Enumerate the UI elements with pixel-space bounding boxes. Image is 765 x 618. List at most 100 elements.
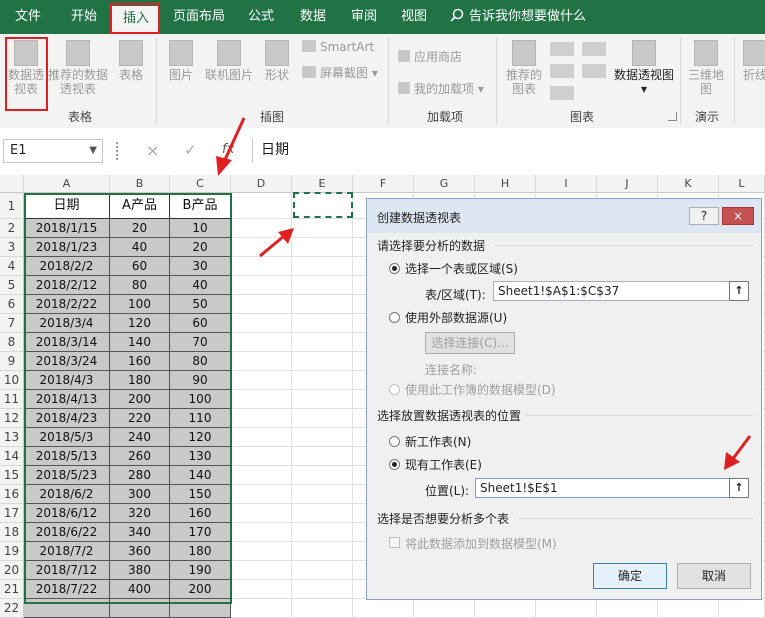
pictures-button[interactable]: 图片 [164, 40, 198, 82]
tab-data[interactable]: 数据 [288, 0, 338, 34]
column-header[interactable]: F [353, 175, 414, 193]
empty-cell[interactable] [292, 428, 353, 447]
my-addins-button[interactable]: 我的加载项 ▾ [398, 80, 484, 97]
radio-existing-sheet[interactable] [389, 459, 400, 470]
row-header[interactable]: 3 [0, 238, 24, 257]
smartart-button[interactable]: SmartArt [302, 40, 374, 54]
row-header[interactable]: 18 [0, 523, 24, 542]
row-header[interactable]: 20 [0, 561, 24, 580]
empty-cell[interactable] [292, 352, 353, 371]
hierarchy-chart-icon[interactable] [582, 42, 606, 56]
column-header[interactable]: G [414, 175, 475, 193]
pie-chart-icon[interactable] [550, 86, 574, 100]
tab-page-layout[interactable]: 页面布局 [164, 0, 234, 34]
radio-table-range[interactable] [389, 263, 400, 274]
location-input[interactable]: Sheet1!$E$1 [475, 478, 749, 498]
row-header[interactable]: 16 [0, 485, 24, 504]
empty-cell[interactable] [292, 485, 353, 504]
row-header[interactable]: 6 [0, 295, 24, 314]
empty-cell[interactable] [292, 561, 353, 580]
tab-file[interactable]: 文件 [4, 0, 52, 34]
empty-cell[interactable] [231, 580, 292, 599]
tab-home[interactable]: 开始 [56, 0, 112, 34]
tab-formulas[interactable]: 公式 [236, 0, 286, 34]
empty-cell[interactable] [292, 314, 353, 333]
empty-cell[interactable] [231, 428, 292, 447]
3d-map-button[interactable]: 三维地图 [686, 40, 726, 96]
ok-button[interactable]: 确定 [593, 563, 667, 589]
collapse-location-icon[interactable]: ↑ [729, 478, 749, 498]
tab-review[interactable]: 审阅 [340, 0, 388, 34]
tell-me-box[interactable]: 告诉我你想要做什么 [450, 0, 620, 34]
empty-cell[interactable] [231, 542, 292, 561]
help-button[interactable]: ? [689, 207, 719, 225]
row-header[interactable]: 10 [0, 371, 24, 390]
row-header[interactable]: 8 [0, 333, 24, 352]
empty-cell[interactable] [292, 409, 353, 428]
row-header[interactable]: 1 [0, 193, 24, 219]
empty-cell[interactable] [292, 599, 353, 618]
line-chart-icon[interactable] [550, 64, 574, 78]
row-header[interactable]: 15 [0, 466, 24, 485]
row-header[interactable]: 5 [0, 276, 24, 295]
dialog-launcher-icon[interactable] [668, 112, 677, 121]
collapse-range-icon[interactable]: ↑ [729, 281, 749, 301]
empty-cell[interactable] [292, 276, 353, 295]
empty-cell[interactable] [231, 371, 292, 390]
empty-cell[interactable] [292, 257, 353, 276]
empty-cell[interactable] [231, 599, 292, 618]
empty-cell[interactable] [231, 314, 292, 333]
empty-cell[interactable] [536, 599, 597, 618]
recommended-pivot-button[interactable]: 推荐的数据透视表 [46, 40, 110, 96]
shapes-button[interactable]: 形状 [260, 40, 294, 82]
empty-cell[interactable] [414, 599, 475, 618]
empty-cell[interactable] [231, 333, 292, 352]
column-header[interactable]: J [597, 175, 658, 193]
row-header[interactable]: 12 [0, 409, 24, 428]
column-header[interactable]: I [536, 175, 597, 193]
recommended-charts-button[interactable]: 推荐的图表 [502, 40, 546, 96]
empty-cell[interactable] [658, 599, 719, 618]
row-header[interactable]: 4 [0, 257, 24, 276]
screenshot-button[interactable]: 屏幕截图 ▾ [302, 64, 378, 81]
column-chart-icon[interactable] [550, 42, 574, 56]
empty-cell[interactable] [292, 295, 353, 314]
enter-icon[interactable]: ✓ [184, 141, 197, 159]
row-header[interactable]: 14 [0, 447, 24, 466]
empty-cell[interactable] [231, 504, 292, 523]
table-button[interactable]: 表格 [114, 40, 148, 82]
choose-connection-button[interactable]: 选择连接(C)... [425, 332, 515, 354]
empty-cell[interactable] [231, 295, 292, 314]
empty-cell[interactable] [475, 599, 536, 618]
row-header[interactable]: 19 [0, 542, 24, 561]
empty-cell[interactable] [292, 238, 353, 257]
empty-cell[interactable] [719, 599, 765, 618]
column-header[interactable]: E [292, 175, 353, 193]
row-header[interactable]: 22 [0, 599, 24, 618]
row-header[interactable]: 9 [0, 352, 24, 371]
empty-cell[interactable] [231, 193, 292, 219]
empty-cell[interactable] [231, 276, 292, 295]
online-pictures-button[interactable]: 联机图片 [202, 40, 256, 82]
empty-cell[interactable] [231, 352, 292, 371]
statistic-chart-icon[interactable] [582, 64, 606, 78]
empty-cell[interactable] [231, 447, 292, 466]
column-header[interactable]: H [475, 175, 536, 193]
empty-cell[interactable] [292, 523, 353, 542]
empty-cell[interactable] [292, 219, 353, 238]
empty-cell[interactable] [231, 485, 292, 504]
empty-cell[interactable] [292, 371, 353, 390]
row-header[interactable]: 11 [0, 390, 24, 409]
range-input[interactable]: Sheet1!$A$1:$C$37 [493, 281, 749, 301]
name-box[interactable]: E1 ▼ [3, 139, 103, 163]
column-header[interactable]: B [110, 175, 170, 193]
cancel-button[interactable]: 取消 [677, 563, 751, 589]
column-header[interactable]: L [719, 175, 765, 193]
empty-cell[interactable] [292, 333, 353, 352]
pivot-chart-button[interactable]: 数据透视图 ▾ [612, 40, 676, 96]
empty-cell[interactable] [231, 561, 292, 580]
empty-cell[interactable] [353, 599, 414, 618]
row-header[interactable]: 2 [0, 219, 24, 238]
empty-cell[interactable] [292, 466, 353, 485]
formula-input[interactable]: 日期 [252, 139, 765, 163]
